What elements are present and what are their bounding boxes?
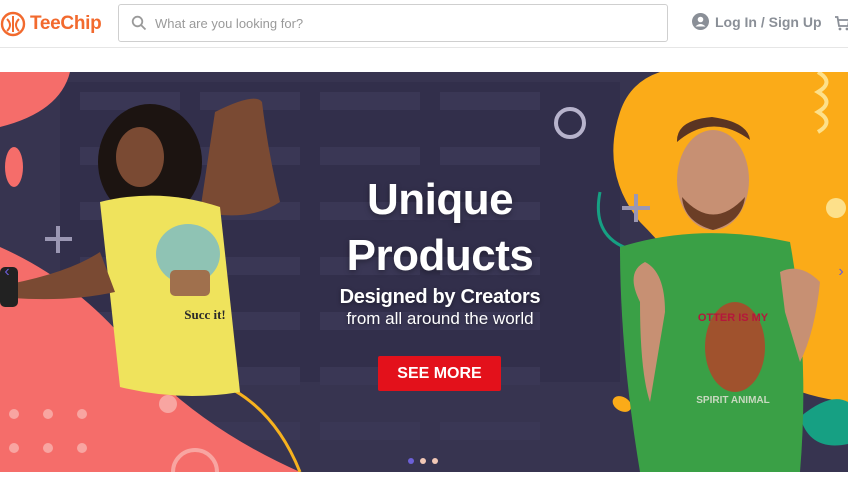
next-slide-arrow-icon[interactable]: ›: [834, 262, 848, 282]
site-header: TeeChip Log In / Sign Up: [0, 0, 848, 48]
slide-dot-2[interactable]: [420, 458, 426, 464]
login-label: Log In / Sign Up: [715, 13, 822, 30]
right-shirt-text-bottom: SPIRIT ANIMAL: [696, 395, 770, 406]
slide-indicators: [408, 458, 438, 464]
left-shirt-print: Succ it!: [184, 307, 226, 322]
search-bar[interactable]: [118, 4, 668, 42]
left-shirt-text: Succ it!: [184, 307, 226, 322]
search-input[interactable]: [155, 15, 667, 31]
banner-subtitle-line1: Designed by Creators: [339, 286, 541, 308]
teechip-logo-icon: [0, 11, 26, 37]
hero-banner[interactable]: Unique Products Designed by Creators from…: [0, 72, 848, 472]
right-shirt-print: OTTER IS MY SPIRIT ANIMAL: [696, 312, 770, 406]
right-shirt-text-top: OTTER IS MY: [698, 312, 769, 324]
see-more-button[interactable]: SEE MORE: [378, 356, 501, 391]
logo[interactable]: TeeChip: [0, 10, 102, 38]
brand-name: TeeChip: [30, 13, 102, 34]
slide-dot-3[interactable]: [432, 458, 438, 464]
cart-icon[interactable]: [834, 15, 848, 31]
slide-dot-1[interactable]: [408, 458, 414, 464]
banner-subtitle-line2: from all around the world: [346, 309, 534, 328]
login-link[interactable]: Log In / Sign Up: [692, 13, 822, 30]
banner-headline: Unique Products: [346, 175, 534, 280]
previous-slide-arrow-icon[interactable]: ‹: [0, 262, 14, 282]
user-icon: [692, 13, 709, 30]
search-icon[interactable]: [131, 15, 147, 31]
